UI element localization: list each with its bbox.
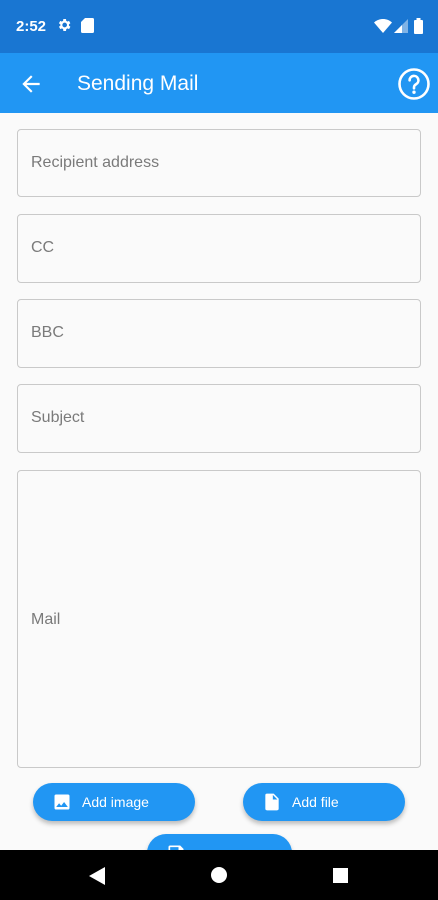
wifi-icon: [374, 19, 392, 38]
arrow-back-icon[interactable]: [18, 71, 44, 97]
mail-body-placeholder: Mail: [31, 611, 61, 628]
status-time: 2:52: [16, 18, 47, 35]
navigation-bar: [0, 850, 438, 900]
bbc-placeholder: BBC: [31, 324, 64, 341]
image-icon: [52, 792, 72, 815]
help-circle-icon[interactable]: [397, 67, 431, 101]
add-image-button[interactable]: Add image: [33, 783, 195, 821]
file-icon: [262, 792, 282, 815]
settings-icon: [56, 17, 72, 38]
add-file-label: Add file: [292, 794, 339, 810]
subject-field[interactable]: Subject: [17, 384, 421, 453]
nav-back-icon[interactable]: [89, 867, 105, 890]
battery-icon: [414, 18, 423, 39]
cell-signal-icon: [394, 19, 408, 38]
recipient-address-placeholder: Recipient address: [31, 154, 160, 171]
page-title: Sending Mail: [77, 72, 199, 95]
add-image-label: Add image: [82, 794, 149, 810]
sd-card-icon: [81, 18, 94, 38]
subject-placeholder: Subject: [31, 409, 85, 426]
nav-home-icon[interactable]: [211, 867, 227, 888]
bbc-field[interactable]: BBC: [17, 299, 421, 368]
cc-field[interactable]: CC: [17, 214, 421, 283]
app-bar: Sending Mail: [0, 53, 438, 113]
mail-body-field[interactable]: Mail: [17, 470, 421, 768]
add-file-button[interactable]: Add file: [243, 783, 405, 821]
cc-placeholder: CC: [31, 239, 55, 256]
recipient-address-field[interactable]: Recipient address: [17, 129, 421, 197]
nav-recents-icon[interactable]: [333, 868, 348, 888]
status-bar: 2:52: [0, 0, 438, 53]
